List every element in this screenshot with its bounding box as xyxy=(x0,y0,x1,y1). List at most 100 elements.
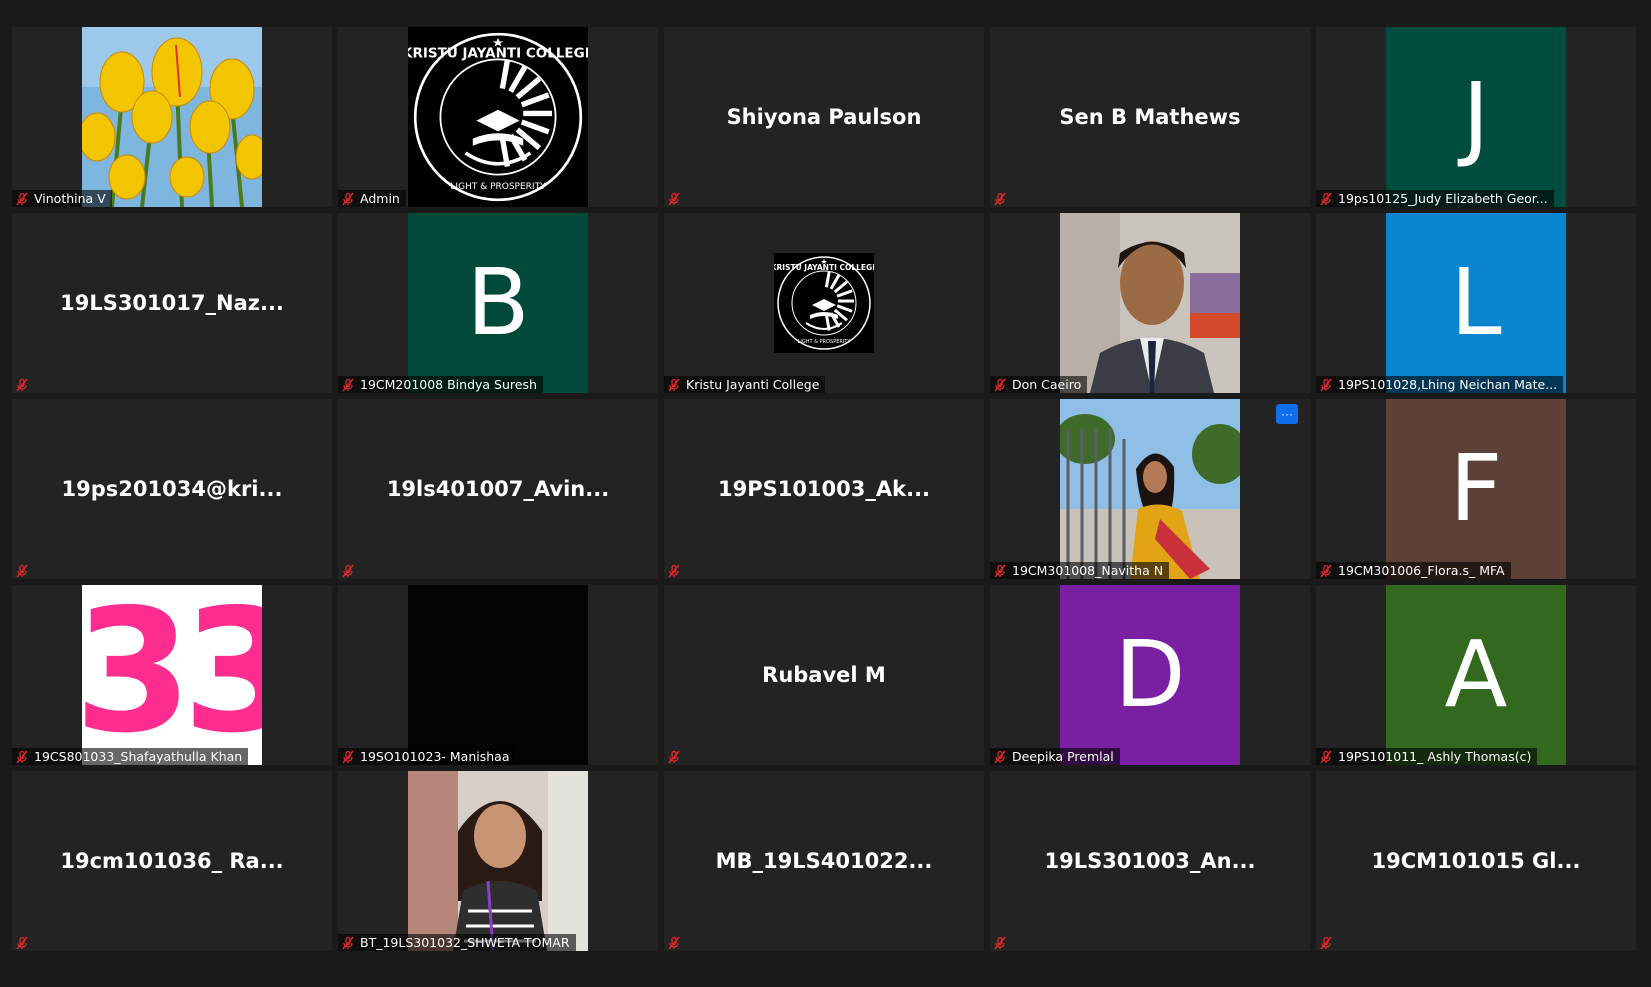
number-33-text: 33 xyxy=(82,585,262,765)
participant-gallery: Vinothina V KRISTU JAYANTI COLLEGE LIGHT &… xyxy=(12,27,1636,951)
svg-text:KRISTU JAYANTI COLLEGE: KRISTU JAYANTI COLLEGE xyxy=(774,263,874,272)
participant-tile[interactable]: 19PS101003_Ak... xyxy=(664,399,984,579)
muted-mic-icon xyxy=(1319,378,1333,392)
participant-name-label xyxy=(664,190,687,207)
video-feed xyxy=(408,585,588,765)
muted-mic-icon xyxy=(993,564,1007,578)
participant-name-label xyxy=(664,748,687,765)
muted-mic-icon xyxy=(15,378,29,392)
participant-tile[interactable]: KRISTU JAYANTI COLLEGE LIGHT & PROSPERITY… xyxy=(338,27,658,207)
avatar-initial: F xyxy=(1449,435,1503,542)
muted-mic-icon xyxy=(993,936,1007,950)
participant-name-label: Vinothina V xyxy=(12,190,112,207)
participant-name: 19CM301006_Flora.s_ MFA xyxy=(1338,563,1505,578)
participant-name-label: Don Caeiro xyxy=(990,376,1088,393)
participant-display-name: Sen B Mathews xyxy=(1059,105,1241,129)
participant-name: Deepika Premlal xyxy=(1012,749,1114,764)
participant-tile[interactable]: 19ls401007_Avin... xyxy=(338,399,658,579)
profile-picture xyxy=(408,771,588,951)
avatar-initial: J xyxy=(1462,63,1490,170)
participant-tile[interactable]: KRISTU JAYANTI COLLEGE LIGHT & PROSPERITY… xyxy=(664,213,984,393)
participant-name: Vinothina V xyxy=(34,191,106,206)
svg-text:KRISTU JAYANTI COLLEGE: KRISTU JAYANTI COLLEGE xyxy=(408,46,588,62)
avatar: A xyxy=(1386,585,1566,765)
participant-tile[interactable]: F 19CM301006_Flora.s_ MFA xyxy=(1316,399,1636,579)
avatar-initial: A xyxy=(1444,621,1508,728)
participant-name-label xyxy=(664,562,687,579)
participant-tile[interactable]: Rubavel M xyxy=(664,585,984,765)
participant-tile[interactable]: 19cm101036_ Ra... xyxy=(12,771,332,951)
profile-picture: 33 xyxy=(82,585,262,765)
participant-name-label xyxy=(990,190,1013,207)
more-options-icon[interactable]: ··· xyxy=(1276,404,1298,424)
muted-mic-icon xyxy=(667,192,681,206)
muted-mic-icon xyxy=(667,750,681,764)
participant-name-label: 19SO101023- Manishaa xyxy=(338,748,516,765)
muted-mic-icon xyxy=(667,378,681,392)
participant-name: BT_19LS301032_SHWETA TOMAR xyxy=(360,935,570,950)
participant-name-label: 19CM301006_Flora.s_ MFA xyxy=(1316,562,1511,579)
participant-name-label: 19ps10125_Judy Elizabeth Geor... xyxy=(1316,190,1554,207)
participant-name-label xyxy=(338,562,361,579)
participant-tile[interactable]: Vinothina V xyxy=(12,27,332,207)
participant-name-label xyxy=(990,934,1013,951)
muted-mic-icon xyxy=(1319,750,1333,764)
avatar-initial: L xyxy=(1450,249,1502,356)
profile-picture: KRISTU JAYANTI COLLEGE LIGHT & PROSPERITY xyxy=(734,213,914,393)
participant-name-label xyxy=(12,376,35,393)
participant-name: 19SO101023- Manishaa xyxy=(360,749,510,764)
participant-name: Kristu Jayanti College xyxy=(686,377,820,392)
muted-mic-icon xyxy=(1319,936,1333,950)
participant-tile[interactable]: Sen B Mathews xyxy=(990,27,1310,207)
participant-name-label xyxy=(1316,934,1339,951)
avatar-initial: B xyxy=(466,249,530,356)
muted-mic-icon xyxy=(341,192,355,206)
participant-tile[interactable]: 19LS301003_An... xyxy=(990,771,1310,951)
participant-tile[interactable]: L 19PS101028,Lhing Neichan Mate... xyxy=(1316,213,1636,393)
muted-mic-icon xyxy=(15,936,29,950)
participant-name-label: 19CS801033_Shafayathulla Khan xyxy=(12,748,249,765)
profile-picture xyxy=(1060,213,1240,393)
participant-name-label: 19CM201008 Bindya Suresh xyxy=(338,376,543,393)
muted-mic-icon xyxy=(15,564,29,578)
profile-picture xyxy=(82,27,262,207)
participant-tile[interactable]: 19ps201034@kri... xyxy=(12,399,332,579)
participant-tile[interactable]: Don Caeiro xyxy=(990,213,1310,393)
participant-tile[interactable]: A 19PS101011_ Ashly Thomas(c) xyxy=(1316,585,1636,765)
participant-name: Don Caeiro xyxy=(1012,377,1082,392)
participant-name: 19PS101028,Lhing Neichan Mate... xyxy=(1338,377,1558,392)
participant-tile[interactable]: 19SO101023- Manishaa xyxy=(338,585,658,765)
avatar: J xyxy=(1386,27,1566,207)
participant-tile[interactable]: ··· 19CM301008_Navitha N xyxy=(990,399,1310,579)
participant-tile[interactable]: D Deepika Premlal xyxy=(990,585,1310,765)
participant-tile[interactable]: B 19CM201008 Bindya Suresh xyxy=(338,213,658,393)
participant-tile[interactable]: 19CM101015 Gl... xyxy=(1316,771,1636,951)
muted-mic-icon xyxy=(993,192,1007,206)
participant-name: 19CM301008_Navitha N xyxy=(1012,563,1164,578)
participant-display-name: 19ls401007_Avin... xyxy=(386,477,610,501)
participant-name-label: 19PS101011_ Ashly Thomas(c) xyxy=(1316,748,1538,765)
participant-name-label xyxy=(12,934,35,951)
muted-mic-icon xyxy=(667,936,681,950)
participant-tile[interactable]: J 19ps10125_Judy Elizabeth Geor... xyxy=(1316,27,1636,207)
muted-mic-icon xyxy=(341,750,355,764)
toolbar-edge xyxy=(0,975,1651,987)
participant-tile[interactable]: 33 19CS801033_Shafayathulla Khan xyxy=(12,585,332,765)
participant-name-label: BT_19LS301032_SHWETA TOMAR xyxy=(338,934,576,951)
participant-display-name: 19LS301017_Naz... xyxy=(60,291,284,315)
svg-text:LIGHT & PROSPERITY: LIGHT & PROSPERITY xyxy=(798,339,852,345)
participant-tile[interactable]: 19LS301017_Naz... xyxy=(12,213,332,393)
participant-tile[interactable]: Shiyona Paulson xyxy=(664,27,984,207)
participant-name-label: Deepika Premlal xyxy=(990,748,1120,765)
muted-mic-icon xyxy=(341,378,355,392)
muted-mic-icon xyxy=(1319,564,1333,578)
participant-name: 19ps10125_Judy Elizabeth Geor... xyxy=(1338,191,1548,206)
participant-display-name: 19PS101003_Ak... xyxy=(717,477,931,501)
participant-tile[interactable]: MB_19LS401022... xyxy=(664,771,984,951)
participant-name-label: Admin xyxy=(338,190,406,207)
participant-name: 19PS101011_ Ashly Thomas(c) xyxy=(1338,749,1532,764)
participant-display-name: Shiyona Paulson xyxy=(726,105,922,129)
participant-name: 19CS801033_Shafayathulla Khan xyxy=(34,749,243,764)
participant-tile[interactable]: BT_19LS301032_SHWETA TOMAR xyxy=(338,771,658,951)
muted-mic-icon xyxy=(667,564,681,578)
